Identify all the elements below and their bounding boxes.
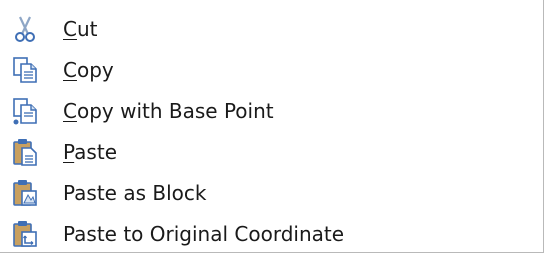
scissors-icon [11,14,39,44]
menu-item-label: Cut [63,17,98,41]
menu-item-label: Copy with Base Point [63,99,274,123]
menu-item-label: Paste as Block [63,181,207,205]
paste-to-original-coordinate-icon [11,219,39,249]
menu-item-label: Paste [63,140,117,164]
menu-item-copy-with-base-point[interactable]: Copy with Base Point [0,92,540,130]
menu-item-paste-as-block[interactable]: Paste as Block [0,174,540,212]
menu-item-paste-to-original-coordinate[interactable]: Paste to Original Coordinate [0,215,540,253]
menu-item-label: Paste to Original Coordinate [63,222,345,246]
menu-item-cut[interactable]: Cut [0,10,540,48]
menu-item-paste[interactable]: Paste [0,133,540,171]
menu-item-copy[interactable]: Copy [0,51,540,89]
paste-icon [11,137,39,167]
copy-with-base-point-icon [11,96,39,126]
copy-icon [11,55,39,85]
context-menu: Cut Copy Copy with Base Point Paste Past… [0,0,544,253]
menu-item-label: Copy [63,58,114,82]
paste-as-block-icon [11,178,39,208]
